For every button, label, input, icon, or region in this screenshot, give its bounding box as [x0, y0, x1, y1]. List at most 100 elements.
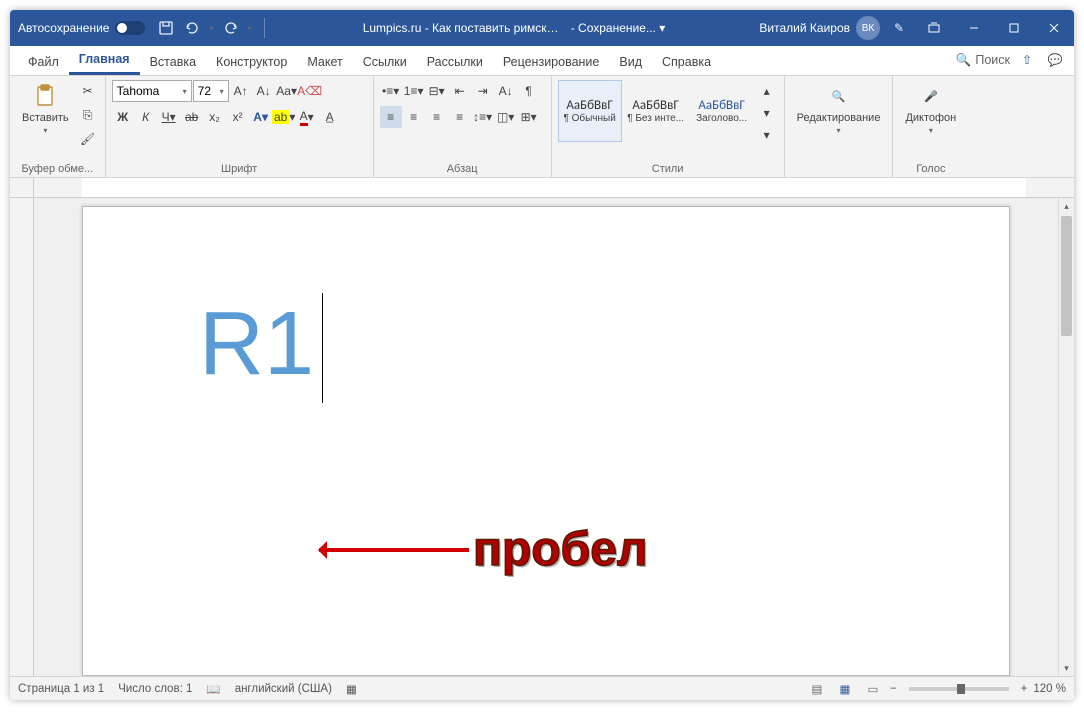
decrease-indent-button[interactable]: ⇤ [449, 80, 471, 102]
strike-button[interactable]: ab [181, 106, 203, 128]
save-icon[interactable] [157, 19, 175, 37]
maximize-button[interactable] [994, 10, 1034, 46]
dictate-button[interactable]: 🎤 Диктофон ▾ [899, 80, 962, 137]
view-web-button[interactable]: ▭ [862, 680, 884, 698]
page-indicator[interactable]: Страница 1 из 1 [18, 683, 104, 695]
spell-check-icon[interactable]: 📖 [206, 682, 220, 696]
chevron-up-icon[interactable]: ▴ [756, 80, 778, 102]
tab-home[interactable]: Главная [69, 46, 140, 75]
tab-help[interactable]: Справка [652, 49, 721, 75]
autosave-group: Автосохранение [18, 21, 145, 35]
align-right-button[interactable]: ≡ [426, 106, 448, 128]
qat-separator [264, 18, 265, 38]
ruler-horizontal[interactable] [10, 178, 1074, 198]
close-button[interactable] [1034, 10, 1074, 46]
tab-mailings[interactable]: Рассылки [417, 49, 493, 75]
zoom-in-button[interactable]: + [1021, 683, 1028, 695]
show-marks-button[interactable]: ¶ [518, 80, 540, 102]
more-icon[interactable]: ▾ [756, 124, 778, 146]
redo-icon[interactable] [222, 19, 240, 37]
comments-button[interactable]: 💬 [1044, 49, 1066, 71]
font-name-combo[interactable]: Tahoma▾ [112, 80, 192, 102]
chevron-down-icon[interactable]: ▾ [756, 102, 778, 124]
document-area: R1 пробел ▴ ▾ [10, 198, 1074, 676]
bold-button[interactable]: Ж [112, 106, 134, 128]
ruler-vertical[interactable] [10, 198, 34, 676]
word-count[interactable]: Число слов: 1 [118, 683, 192, 695]
style-normal[interactable]: АаБбВвГ ¶ Обычный [558, 80, 622, 142]
clipboard-icon [31, 82, 59, 110]
subscript-button[interactable]: x₂ [204, 106, 226, 128]
tab-design[interactable]: Конструктор [206, 49, 297, 75]
cut-button[interactable]: ✂ [77, 80, 99, 102]
bullets-button[interactable]: •≡▾ [380, 80, 402, 102]
align-center-button[interactable]: ≡ [403, 106, 425, 128]
text-effects-button[interactable]: A▾ [250, 106, 272, 128]
increase-indent-button[interactable]: ⇥ [472, 80, 494, 102]
vertical-scrollbar[interactable]: ▴ ▾ [1058, 198, 1074, 676]
shrink-font-button[interactable]: A↓ [253, 80, 275, 102]
grow-font-button[interactable]: A↑ [230, 80, 252, 102]
view-read-button[interactable]: ▤ [806, 680, 828, 698]
styles-gallery-scroll[interactable]: ▴ ▾ ▾ [756, 80, 778, 146]
scroll-up-icon[interactable]: ▴ [1059, 198, 1074, 214]
align-left-button[interactable]: ≡ [380, 106, 402, 128]
ribbon-options-button[interactable] [914, 10, 954, 46]
undo-icon[interactable] [183, 19, 201, 37]
highlight-button[interactable]: ab▾ [273, 106, 295, 128]
zoom-level[interactable]: 120 % [1033, 683, 1066, 695]
editing-button[interactable]: 🔍 Редактирование ▾ [791, 80, 887, 137]
borders-button[interactable]: ⊞▾ [518, 106, 540, 128]
tab-review[interactable]: Рецензирование [493, 49, 610, 75]
avatar: ВК [856, 16, 880, 40]
coming-soon-icon[interactable]: ✎ [890, 19, 908, 37]
copy-button[interactable]: ⎘ [77, 104, 99, 126]
zoom-slider[interactable] [909, 687, 1009, 691]
line-spacing-button[interactable]: ↕≡▾ [472, 106, 494, 128]
macro-icon[interactable]: ▦ [346, 682, 357, 696]
page[interactable]: R1 [82, 206, 1010, 676]
tab-file[interactable]: Файл [18, 49, 69, 75]
tab-references[interactable]: Ссылки [353, 49, 417, 75]
search-box[interactable]: 🔍 Поиск [956, 53, 1010, 68]
clear-format-button[interactable]: A⌫ [299, 80, 321, 102]
page-viewport[interactable]: R1 пробел [34, 198, 1058, 676]
share-button[interactable]: ⇧ [1016, 49, 1038, 71]
font-size-combo[interactable]: 72▾ [193, 80, 229, 102]
tab-insert[interactable]: Вставка [140, 49, 206, 75]
style-heading1[interactable]: АаБбВвГ Заголово... [690, 80, 754, 142]
user-area[interactable]: Виталий Каиров ВК [759, 16, 880, 40]
text-cursor [322, 293, 323, 403]
qat-customize-icon[interactable]: ▾ [248, 24, 252, 33]
paste-button[interactable]: Вставить ▾ [16, 80, 75, 137]
font-color-button[interactable]: A▾ [296, 106, 318, 128]
justify-button[interactable]: ≡ [449, 106, 471, 128]
scroll-thumb[interactable] [1061, 216, 1072, 336]
zoom-out-button[interactable]: − [890, 683, 897, 695]
app-window: Автосохранение ▾ ▾ Lumpics.ru - Как пост… [10, 10, 1074, 700]
group-clipboard-label: Буфер обме... [16, 161, 99, 175]
tab-layout[interactable]: Макет [297, 49, 352, 75]
change-case-button[interactable]: Aa▾ [276, 80, 298, 102]
char-border-button[interactable]: A̲ [319, 106, 341, 128]
style-no-spacing[interactable]: АаБбВвГ ¶ Без инте... [624, 80, 688, 142]
autosave-toggle[interactable] [115, 21, 145, 35]
format-painter-button[interactable]: 🖌 [77, 128, 99, 150]
minimize-button[interactable] [954, 10, 994, 46]
undo-dropdown-icon[interactable]: ▾ [209, 24, 213, 33]
numbering-button[interactable]: 1≡▾ [403, 80, 425, 102]
multilevel-button[interactable]: ⊟▾ [426, 80, 448, 102]
saving-status: - Сохранение... ▾ [571, 21, 666, 35]
titlebar: Автосохранение ▾ ▾ Lumpics.ru - Как пост… [10, 10, 1074, 46]
tab-view[interactable]: Вид [609, 49, 652, 75]
view-print-button[interactable]: ▦ [834, 680, 856, 698]
scroll-down-icon[interactable]: ▾ [1059, 660, 1074, 676]
document-text[interactable]: R1 [199, 294, 314, 394]
sort-button[interactable]: A↓ [495, 80, 517, 102]
underline-button[interactable]: Ч▾ [158, 106, 180, 128]
group-clipboard: Вставить ▾ ✂ ⎘ 🖌 Буфер обме... [10, 76, 106, 177]
shading-button[interactable]: ◫▾ [495, 106, 517, 128]
italic-button[interactable]: К [135, 106, 157, 128]
superscript-button[interactable]: x² [227, 106, 249, 128]
language-indicator[interactable]: английский (США) [235, 683, 332, 695]
